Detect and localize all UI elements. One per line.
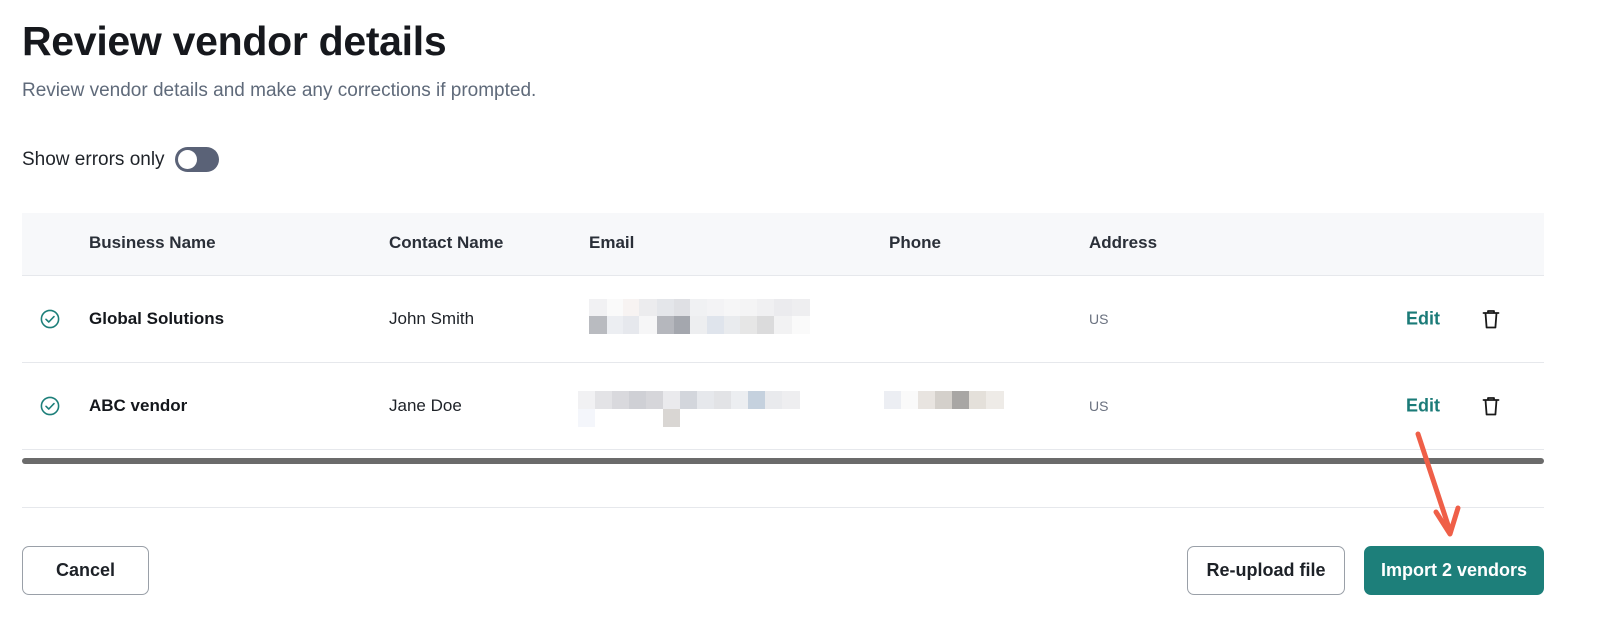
redacted-email — [589, 299, 810, 334]
reupload-file-button[interactable]: Re-upload file — [1187, 546, 1345, 595]
column-header-phone: Phone — [889, 233, 941, 252]
column-header-contact-name: Contact Name — [389, 233, 504, 252]
address: US — [1089, 398, 1109, 414]
trash-icon[interactable] — [1481, 308, 1501, 330]
cancel-button[interactable]: Cancel — [22, 546, 149, 595]
table-header: Business Name Contact Name Email Phone A… — [22, 213, 1544, 276]
table-row: ABC vendor Jane Doe US Edit — [22, 363, 1544, 450]
redacted-email — [578, 391, 800, 427]
column-header-email: Email — [589, 233, 635, 252]
vendor-table: Business Name Contact Name Email Phone A… — [22, 213, 1544, 450]
contact-name: Jane Doe — [389, 396, 462, 415]
edit-vendor-link[interactable]: Edit — [1406, 396, 1440, 417]
business-name: Global Solutions — [89, 309, 225, 328]
edit-vendor-link[interactable]: Edit — [1406, 309, 1440, 330]
footer-divider — [22, 507, 1544, 508]
page-subtitle: Review vendor details and make any corre… — [22, 80, 537, 101]
show-errors-toggle[interactable] — [174, 147, 219, 172]
check-circle-icon — [40, 309, 60, 329]
contact-name: John Smith — [389, 309, 475, 328]
page-title: Review vendor details — [22, 18, 447, 64]
show-errors-label: Show errors only — [22, 148, 165, 170]
table-row: Global Solutions John Smith US Edit — [22, 276, 1544, 363]
import-vendors-button[interactable]: Import 2 vendors — [1364, 546, 1544, 595]
horizontal-scrollbar[interactable] — [22, 458, 1544, 464]
business-name: ABC vendor — [89, 396, 188, 415]
errors-filter: Show errors only — [22, 147, 219, 172]
check-circle-icon — [40, 396, 60, 416]
address: US — [1089, 311, 1109, 327]
column-header-business-name: Business Name — [89, 233, 216, 252]
column-header-address: Address — [1089, 233, 1158, 252]
trash-icon[interactable] — [1481, 395, 1501, 417]
redacted-phone — [884, 391, 1004, 409]
toggle-knob — [177, 150, 197, 169]
annotation-arrow-icon — [1415, 431, 1461, 537]
